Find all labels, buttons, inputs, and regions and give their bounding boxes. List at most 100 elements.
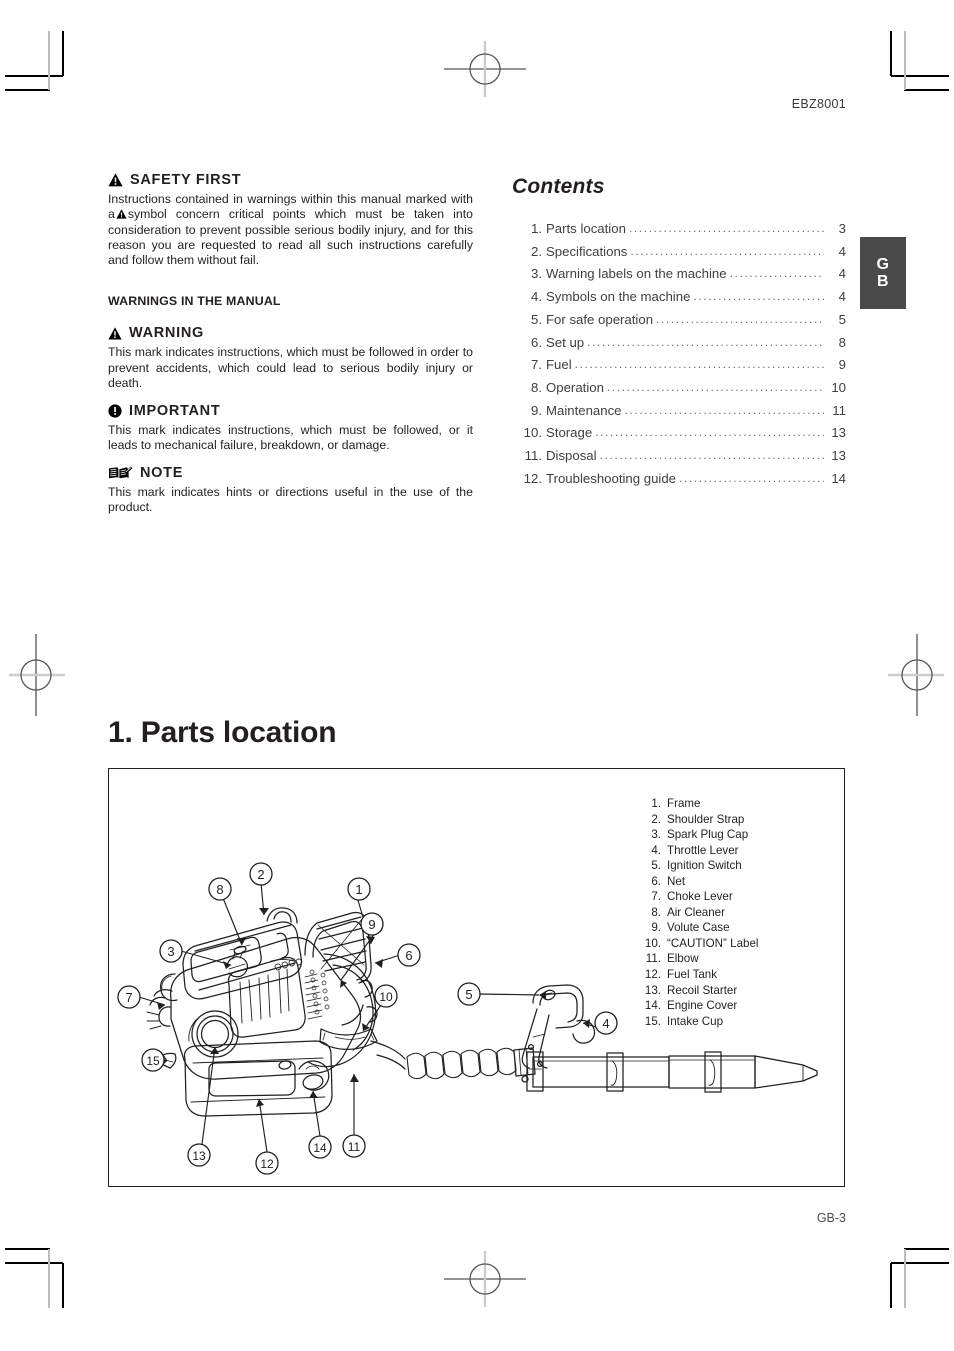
crop-mark-tl-v1 [62, 31, 64, 76]
model-code: EBZ8001 [791, 97, 846, 111]
legend-item: 1. Frame [637, 796, 837, 812]
legend-number: 9. [651, 921, 661, 935]
registration-target-right [888, 634, 944, 716]
legend-number: 10. [644, 936, 661, 950]
note-block-title: NOTE [140, 464, 184, 481]
toc-page-number: 9 [838, 357, 846, 373]
toc-leader-dots: ........................................… [606, 379, 824, 394]
legend-item: 11. Elbow [637, 951, 837, 967]
svg-text:2: 2 [257, 867, 264, 882]
safety-paragraph-part2: symbol concern critical points which mus… [108, 207, 473, 268]
safety-first-title: SAFETY FIRST [130, 172, 242, 188]
toc-page-number: 4 [838, 289, 846, 305]
legend-label: Volute Case [667, 921, 730, 935]
note-block-heading: NOTE [108, 465, 473, 481]
legend-number: 5. [651, 859, 661, 873]
toc-number: 5. [531, 311, 542, 327]
crop-mark-tl-h1 [5, 75, 63, 77]
important-block-text: This mark indicates instructions, which … [108, 422, 473, 452]
legend-item: 9. Volute Case [637, 920, 837, 936]
legend-number: 8. [651, 905, 661, 919]
svg-text:9: 9 [368, 917, 375, 932]
safety-first-column: SAFETY FIRST Instructions contained in w… [108, 172, 473, 515]
legend-item: 13. Recoil Starter [637, 983, 837, 999]
crop-mark-tr-v1 [890, 31, 892, 76]
legend-item: 12. Fuel Tank [637, 967, 837, 983]
toc-entry[interactable]: 2. Specifications ......................… [512, 241, 846, 264]
contents-title: Contents [512, 175, 605, 198]
legend-label: Frame [667, 797, 701, 810]
toc-entry[interactable]: 12. Troubleshooting guide ..............… [512, 468, 846, 491]
toc-number: 4. [531, 289, 542, 305]
important-exclamation-icon [108, 404, 122, 418]
toc-page-number: 4 [838, 266, 846, 282]
toc-label: Troubleshooting guide [546, 470, 677, 486]
warning-triangle-inline-icon [116, 208, 127, 223]
crop-mark-tl-v2 [48, 31, 50, 90]
legend-label: Elbow [667, 952, 699, 966]
toc-entry[interactable]: 11. Disposal ...........................… [512, 445, 846, 468]
note-book-icon [109, 466, 133, 479]
toc-number: 8. [531, 379, 542, 395]
legend-item: 14. Engine Cover [637, 998, 837, 1014]
legend-item: 5. Ignition Switch [637, 858, 837, 874]
toc-label: Specifications [546, 243, 628, 259]
legend-number: 4. [651, 843, 661, 857]
contents-section: Contents 1. Parts location .............… [512, 175, 846, 490]
toc-entry[interactable]: 10. Storage ............................… [512, 422, 846, 445]
legend-number: 15. [644, 1014, 661, 1028]
toc-leader-dots: ........................................… [587, 334, 824, 349]
toc-entry[interactable]: 6. Set up ..............................… [512, 332, 846, 355]
toc-entry[interactable]: 7. Fuel ................................… [512, 354, 846, 377]
svg-text:12: 12 [260, 1157, 274, 1171]
crop-mark-tr-v2 [904, 31, 906, 90]
toc-page-number: 13 [831, 448, 846, 464]
svg-text:14: 14 [313, 1141, 327, 1155]
legend-number: 11. [645, 952, 661, 966]
toc-entry[interactable]: 4. Symbols on the machine ..............… [512, 286, 846, 309]
legend-item: 4. Throttle Lever [637, 843, 837, 859]
toc-entry[interactable]: 8. Operation ...........................… [512, 377, 846, 400]
footer-page-number: GB-3 [816, 1211, 846, 1225]
crop-mark-tl-h2 [5, 89, 50, 91]
svg-text:11: 11 [348, 1140, 361, 1154]
svg-text:3: 3 [167, 944, 174, 959]
toc-entry[interactable]: 3. Warning labels on the machine .......… [512, 263, 846, 286]
toc-entry[interactable]: 5. For safe operation ..................… [512, 309, 846, 332]
legend-number: 13. [644, 983, 661, 997]
svg-text:5: 5 [465, 987, 472, 1002]
legend-item: 7. Choke Lever [637, 889, 837, 905]
toc-label: Symbols on the machine [546, 289, 691, 305]
note-block-text: This mark indicates hints or directions … [108, 484, 473, 515]
warning-block-text: This mark indicates instructions, which … [108, 345, 473, 390]
legend-label: Spark Plug Cap [667, 828, 749, 842]
legend-item: 6. Net [637, 874, 837, 890]
legend-label: Intake Cup [667, 1014, 724, 1028]
toc-number: 11. [524, 448, 542, 464]
toc-label: Parts location [546, 221, 626, 236]
warning-block-title: WARNING [129, 325, 204, 342]
legend-number: 1. [651, 797, 661, 810]
safety-first-paragraph: Instructions contained in warnings withi… [108, 192, 473, 268]
crop-mark-br-v2 [904, 1249, 906, 1308]
warnings-in-manual-heading: WARNINGS IN THE MANUAL [108, 294, 281, 309]
contents-list: 1. Parts location ......................… [512, 218, 846, 490]
svg-text:7: 7 [125, 990, 132, 1005]
toc-entry[interactable]: 1. Parts location ......................… [512, 218, 846, 241]
crop-mark-br-h1 [891, 1262, 949, 1264]
safety-first-heading: SAFETY FIRST [108, 172, 473, 188]
language-tab-letter-g: G [876, 256, 890, 273]
toc-leader-dots: ........................................… [599, 448, 824, 463]
legend-number: 14. [644, 999, 661, 1013]
svg-text:8: 8 [216, 882, 223, 897]
toc-label: Maintenance [546, 402, 622, 418]
crop-mark-tr-h2 [904, 89, 949, 91]
toc-entry[interactable]: 9. Maintenance .........................… [512, 400, 846, 423]
toc-leader-dots: ........................................… [628, 221, 824, 235]
toc-leader-dots: ........................................… [574, 357, 824, 372]
legend-number: 3. [651, 828, 661, 842]
toc-leader-dots: ........................................… [679, 470, 824, 485]
legend-number: 2. [651, 812, 661, 826]
toc-leader-dots: ........................................… [595, 425, 824, 440]
legend-item: 2. Shoulder Strap [637, 812, 837, 828]
